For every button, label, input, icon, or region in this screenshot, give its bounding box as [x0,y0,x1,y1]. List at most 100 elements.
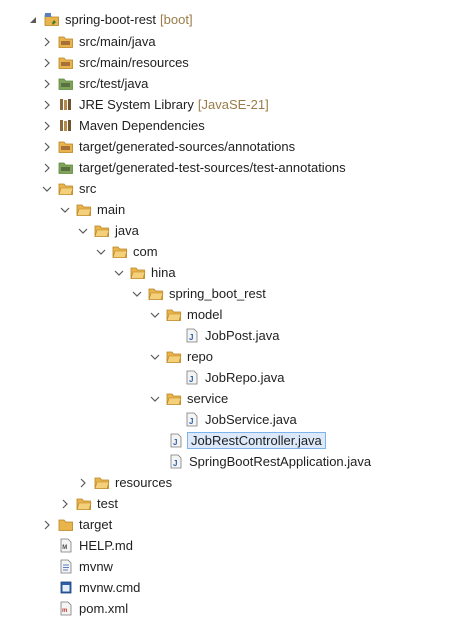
java-file-icon: J [167,433,184,448]
chevron-right-icon[interactable] [40,77,54,91]
tree-node-label: JobPost.java [205,328,280,343]
tree-node-decoration: [boot] [160,12,193,27]
tree-node-maven-dependencies[interactable]: Maven Dependencies [40,115,207,136]
chevron-down-icon[interactable] [76,224,90,238]
no-twisty [150,455,164,469]
tree-node-jobrestcontroller-java[interactable]: J JobRestController.java [150,430,326,451]
chevron-right-icon[interactable] [40,56,54,70]
folder-icon [75,496,92,511]
tree-node-main[interactable]: main [58,199,127,220]
folder-icon [165,307,182,322]
tree-node-mvnw-cmd[interactable]: mvnw.cmd [40,577,142,598]
chevron-down-icon[interactable] [58,203,72,217]
tree-node-generated-sources[interactable]: target/generated-sources/annotations [40,136,297,157]
tree-node-src-test-java[interactable]: src/test/java [40,73,150,94]
source-folder-icon [57,55,74,70]
tree-node-label: src [79,181,97,196]
tree-node-label: mvnw [79,559,113,574]
chevron-right-icon[interactable] [40,35,54,49]
chevron-right-icon[interactable] [76,476,90,490]
chevron-right-icon[interactable] [58,497,72,511]
tree-node-jobservice-java[interactable]: J JobService.java [166,409,299,430]
java-file-icon: J [183,412,200,427]
library-icon [57,97,74,112]
tree-node-label: main [97,202,126,217]
tree-node-label: repo [187,349,214,364]
tree-node-springbootrestapplication-java[interactable]: J SpringBootRestApplication.java [150,451,373,472]
tree-node-test[interactable]: test [58,493,120,514]
tree-node-spring-boot-rest-package[interactable]: spring_boot_rest [130,283,268,304]
folder-icon [111,244,128,259]
tree-node-label: JobRepo.java [205,370,285,385]
tree-node-label: src/test/java [79,76,149,91]
tree-node-resources[interactable]: resources [76,472,174,493]
tree-node-model[interactable]: model [148,304,224,325]
tree-node-java[interactable]: java [76,220,141,241]
tree-node-label: model [187,307,223,322]
tree-node-label: target/generated-sources/annotations [79,139,296,154]
chevron-right-icon[interactable] [40,518,54,532]
chevron-down-icon[interactable] [148,350,162,364]
chevron-right-icon[interactable] [40,98,54,112]
tree-node-label: JRE System Library [79,97,194,112]
java-file-icon: J [183,370,200,385]
chevron-right-icon[interactable] [40,140,54,154]
chevron-down-icon[interactable] [130,287,144,301]
folder-icon [93,475,110,490]
no-twisty [150,434,164,448]
chevron-down-icon[interactable] [94,245,108,259]
project-explorer-tree: spring-boot-rest [boot] src/main/java src… [0,0,474,631]
folder-icon [75,202,92,217]
folder-icon [165,391,182,406]
tree-node-jre-library[interactable]: JRE System Library [JavaSE-21] [40,94,269,115]
source-folder-icon [57,34,74,49]
no-twisty [166,413,180,427]
library-icon [57,118,74,133]
tree-node-repo[interactable]: repo [148,346,215,367]
tree-node-label: resources [115,475,173,490]
tree-node-label: JobRestController.java [187,432,326,449]
chevron-down-icon[interactable] [40,182,54,196]
tree-node-jobrepo-java[interactable]: J JobRepo.java [166,367,287,388]
tree-node-com[interactable]: com [94,241,160,262]
svg-text:M: M [62,545,67,551]
tree-node-label: src/main/java [79,34,156,49]
chevron-down-icon[interactable] [148,308,162,322]
expanded-root-arrow-icon[interactable] [26,13,40,27]
tree-node-mvnw[interactable]: mvnw [40,556,115,577]
tree-node-label: pom.xml [79,601,129,616]
chevron-down-icon[interactable] [148,392,162,406]
xml-file-icon: m [57,601,74,616]
tree-node-help-md[interactable]: M HELP.md [40,535,135,556]
tree-node-label: target/generated-test-sources/test-annot… [79,160,346,175]
folder-icon [57,517,74,532]
tree-node-project[interactable]: spring-boot-rest [boot] [26,9,193,30]
tree-node-generated-test-sources[interactable]: target/generated-test-sources/test-annot… [40,157,348,178]
tree-node-src-main-java[interactable]: src/main/java [40,31,158,52]
tree-node-label: src/main/resources [79,55,189,70]
no-twisty [166,371,180,385]
tree-node-src-main-resources[interactable]: src/main/resources [40,52,191,73]
svg-text:J: J [173,459,177,468]
folder-icon [57,181,74,196]
chevron-right-icon[interactable] [40,119,54,133]
no-twisty [40,581,54,595]
tree-node-hina[interactable]: hina [112,262,178,283]
markdown-file-icon: M [57,538,74,553]
tree-node-service[interactable]: service [148,388,230,409]
chevron-down-icon[interactable] [112,266,126,280]
svg-text:J: J [173,438,177,447]
tree-node-pom-xml[interactable]: m pom.xml [40,598,130,619]
tree-node-target[interactable]: target [40,514,114,535]
test-source-folder-icon [57,76,74,91]
tree-node-jobpost-java[interactable]: J JobPost.java [166,325,281,346]
tree-node-label: test [97,496,118,511]
tree-node-label: HELP.md [79,538,133,553]
text-file-icon [57,559,74,574]
tree-node-label: service [187,391,229,406]
no-twisty [40,539,54,553]
svg-text:m: m [62,608,67,614]
tree-node-label: hina [151,265,176,280]
chevron-right-icon[interactable] [40,161,54,175]
tree-node-src[interactable]: src [40,178,98,199]
